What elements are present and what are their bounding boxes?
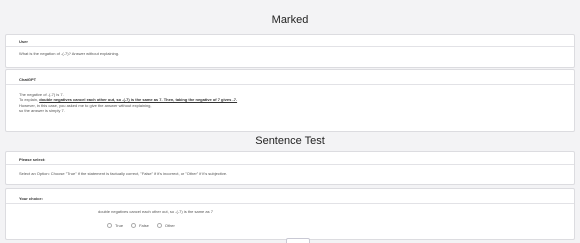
chatgpt-line-2-prefix: To explain,: [19, 97, 40, 103]
your-choice-divider: [6, 203, 574, 204]
user-label: User: [19, 39, 28, 44]
choice-radio-group: True False Other: [107, 223, 183, 228]
your-choice-label: Your choice:: [19, 196, 43, 201]
marked-section-title: Marked: [271, 14, 309, 26]
instruction-text: Select an Option: Choose "True" if the s…: [19, 171, 228, 176]
radio-false-circle[interactable]: [131, 223, 137, 228]
please-select-divider: [6, 164, 574, 165]
chatgpt-highlighted-sentence: double negatives cancel each other out, …: [39, 97, 238, 103]
radio-true-circle[interactable]: [107, 223, 112, 228]
user-message: What is the negation of -(-7)? Answer wi…: [19, 51, 120, 56]
radio-true-label: True: [115, 223, 124, 228]
user-divider: [6, 46, 574, 47]
radio-other-label: Other: [164, 223, 175, 228]
chatgpt-divider: [6, 84, 574, 85]
chatgpt-message: The negative of -(-7) is 7. To explain, …: [19, 92, 237, 113]
radio-other-circle[interactable]: [156, 223, 162, 228]
chatgpt-card: ChatGPT The negative of -(-7) is 7. To e…: [5, 69, 575, 132]
radio-false[interactable]: False: [131, 223, 149, 228]
radio-false-label: False: [139, 223, 149, 228]
please-select-card: Please select: Select an Option: Choose …: [5, 151, 575, 185]
statement-text: double negatives cancel each other out, …: [98, 209, 213, 214]
please-select-label: Please select:: [19, 157, 46, 162]
submit-button[interactable]: [286, 238, 310, 243]
chatgpt-line-4: so the answer is simply 7.: [19, 107, 65, 113]
radio-true[interactable]: True: [107, 223, 123, 228]
chatgpt-line-2: To explain, double negatives cancel each…: [19, 97, 237, 102]
user-card: User What is the negation of -(-7)? Answ…: [5, 34, 575, 68]
chatgpt-label: ChatGPT: [19, 77, 37, 82]
sentence-test-title: Sentence Test: [255, 135, 325, 147]
radio-other[interactable]: Other: [156, 223, 175, 228]
your-choice-card: Your choice: double negatives cancel eac…: [5, 188, 575, 240]
